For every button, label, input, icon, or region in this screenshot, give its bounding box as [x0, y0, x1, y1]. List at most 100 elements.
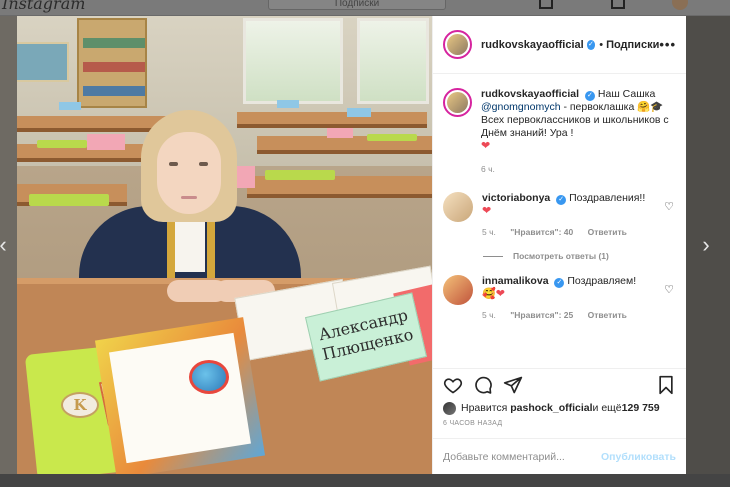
photo-book — [29, 194, 109, 206]
comment-likes[interactable]: "Нравится": 40 — [510, 227, 573, 237]
comment-username[interactable]: innamalikova — [482, 275, 549, 287]
caption-body: rudkovskayaofficial ✓ Наш Сашка @gnomgno… — [481, 88, 671, 176]
photo-book — [367, 134, 417, 141]
comments-list[interactable]: rudkovskayaofficial ✓ Наш Сашка @gnomgno… — [433, 74, 686, 368]
caption-mention[interactable]: @gnomgnomych — [481, 101, 561, 113]
caption: rudkovskayaofficial ✓ Наш Сашка @gnomgno… — [443, 88, 676, 176]
verified-icon: ✓ — [584, 91, 595, 101]
photo-board — [17, 42, 69, 82]
caption-meta: 6 ч. — [481, 163, 671, 176]
comment-heart-emoji: ❤ — [482, 205, 492, 217]
post-time[interactable]: 6 ЧАСОВ НАЗАД — [433, 416, 686, 438]
photo-book — [265, 170, 335, 180]
photo-name-tag — [327, 128, 353, 138]
heart-icon[interactable]: ♡ — [664, 283, 674, 296]
liked-by-count[interactable]: 129 759 — [622, 402, 660, 414]
comment-body: innamalikova ✓ Поздравляем! 🥰❤ 5 ч. "Нра… — [482, 275, 672, 322]
author-avatar[interactable] — [443, 30, 472, 59]
action-bar — [433, 368, 686, 400]
add-comment-bar: Опубликовать — [433, 438, 686, 474]
liked-by-suffix: и ещё — [592, 402, 622, 414]
author-avatar-image — [447, 34, 468, 55]
background-topbar: Instagram Подписки — [0, 0, 730, 16]
photo-name-tag — [237, 166, 255, 188]
heart-icon[interactable] — [443, 375, 463, 395]
caption-heart-emoji: ❤ — [481, 140, 491, 152]
caption-time[interactable]: 6 ч. — [481, 164, 495, 174]
background-logo: Instagram — [2, 0, 86, 13]
background-photo-bottom — [0, 474, 730, 487]
comment-username[interactable]: victoriabonya — [482, 192, 550, 204]
comment-text: Поздравляем! — [567, 275, 637, 287]
photo-boy-face — [157, 132, 221, 214]
photo-name-tag — [277, 100, 299, 108]
comment-input[interactable] — [443, 450, 602, 463]
photo-boy-eye — [199, 162, 208, 166]
photo-name-tag — [347, 108, 371, 117]
photo-globe-icon — [189, 360, 229, 394]
background-activity-icon — [611, 0, 625, 9]
verified-icon: ✓ — [586, 39, 596, 50]
post-modal: K Александр Плющенко rudkovskayaofficial… — [17, 16, 686, 474]
photo-window — [357, 18, 429, 104]
photo-name-tag — [59, 102, 81, 110]
caption-username[interactable]: rudkovskayaofficial — [481, 88, 579, 100]
paper-plane-icon[interactable] — [503, 375, 523, 395]
photo-name-tag — [87, 134, 125, 150]
bookmark-icon[interactable] — [656, 375, 676, 395]
caption-text-before: Наш Сашка — [597, 88, 656, 100]
photo-boy-mouth — [181, 196, 197, 199]
reply-button[interactable]: Ответить — [588, 310, 627, 320]
heart-icon[interactable]: ♡ — [664, 200, 674, 213]
comment-meta: 5 ч. "Нравится": 40 Ответить — [482, 226, 672, 239]
photo-desk — [237, 112, 427, 128]
view-replies-label: Посмотреть ответы (1) — [513, 251, 609, 261]
comment-icon[interactable] — [473, 375, 493, 395]
caption-avatar[interactable] — [443, 88, 472, 117]
photo-shelf-row — [83, 86, 145, 96]
comment-item: victoriabonya ✓ Поздравления!! ❤ 5 ч. "Н… — [443, 192, 676, 239]
commenter-avatar[interactable] — [443, 192, 473, 222]
chevron-left-icon[interactable]: ‹ — [0, 234, 14, 256]
comment-body: victoriabonya ✓ Поздравления!! ❤ 5 ч. "Н… — [482, 192, 672, 239]
likes-row: Нравится pashock_official и ещё 129 759 — [433, 400, 686, 416]
post-header: rudkovskayaofficial ✓ • Подписки ••• — [433, 16, 686, 74]
background-avatar — [672, 0, 688, 10]
background-home-icon — [539, 0, 553, 9]
photo-desk — [17, 116, 167, 132]
comment-likes[interactable]: "Нравится": 25 — [510, 310, 573, 320]
photo-window — [243, 18, 343, 104]
publish-button[interactable]: Опубликовать — [601, 451, 676, 463]
more-options-icon[interactable]: ••• — [659, 37, 676, 52]
comment-text: Поздравления!! — [569, 192, 646, 204]
comment-time[interactable]: 5 ч. — [482, 227, 496, 237]
caption-avatar-image — [447, 92, 468, 113]
author-username[interactable]: rudkovskayaofficial — [481, 39, 584, 51]
verified-icon: ✓ — [556, 195, 567, 205]
view-replies-button[interactable]: Посмотреть ответы (1) — [483, 251, 676, 261]
comment-meta: 5 ч. "Нравится": 25 Ответить — [482, 309, 672, 322]
reply-button[interactable]: Ответить — [588, 227, 627, 237]
background-search: Подписки — [268, 0, 446, 10]
photo-shelf — [77, 18, 147, 108]
photo-shelf-row — [83, 38, 145, 48]
view-replies-line — [483, 255, 503, 257]
verified-icon: ✓ — [554, 278, 565, 288]
comment-item: innamalikova ✓ Поздравляем! 🥰❤ 5 ч. "Нра… — [443, 275, 676, 322]
post-panel: rudkovskayaofficial ✓ • Подписки ••• rud… — [432, 16, 686, 474]
liked-by-user[interactable]: pashock_official — [510, 402, 592, 414]
commenter-avatar[interactable] — [443, 275, 473, 305]
comment-emoji: 🥰❤ — [482, 288, 505, 300]
photo-book — [37, 140, 87, 148]
photo-shelf-row — [83, 62, 145, 72]
post-photo: K Александр Плющенко — [17, 16, 432, 474]
following-button[interactable]: Подписки — [606, 39, 659, 51]
photo-folder — [94, 317, 266, 474]
comment-time[interactable]: 5 ч. — [482, 310, 496, 320]
photo-boy-eye — [169, 162, 178, 166]
separator-dot: • — [599, 38, 604, 51]
liked-by-prefix: Нравится — [461, 402, 508, 414]
liked-by-avatar[interactable] — [443, 401, 456, 415]
chevron-right-icon[interactable]: › — [695, 234, 717, 256]
photo-folder-page — [109, 332, 251, 464]
